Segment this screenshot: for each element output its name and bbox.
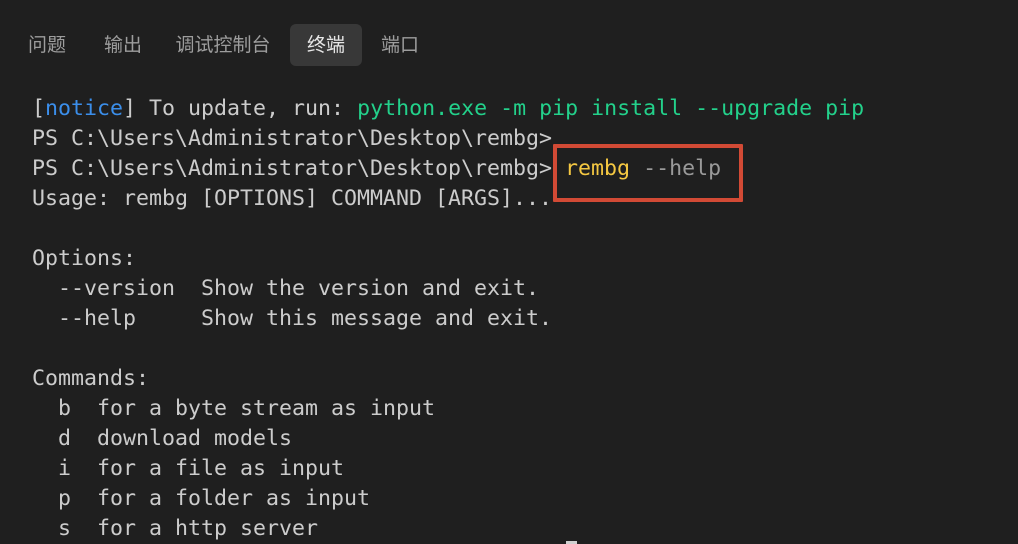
- terminal-line-options-header: Options:: [32, 244, 1012, 274]
- terminal-line-option: --help Show this message and exit.: [32, 304, 1012, 334]
- terminal-line-prompt: PS C:\Users\Administrator\Desktop\rembg>: [32, 124, 1012, 154]
- terminal-line-command: p for a folder as input: [32, 484, 1012, 514]
- prompt-text: PS C:\Users\Administrator\Desktop\rembg>: [32, 126, 553, 151]
- command-description: for a http server: [97, 516, 319, 541]
- command-name: i: [58, 456, 72, 481]
- command-description: for a file as input: [97, 456, 345, 481]
- usage-text: Usage: rembg [OPTIONS] COMMAND [ARGS]...: [32, 186, 553, 211]
- command-description: download models: [97, 426, 293, 451]
- option-description: Show the version and exit.: [201, 276, 540, 301]
- terminal-output[interactable]: [notice] To update, run: python.exe -m p…: [32, 94, 1012, 544]
- terminal-line-command: b for a byte stream as input: [32, 394, 1012, 424]
- tab-terminal[interactable]: 终端: [290, 24, 362, 66]
- notice-command: python.exe -m pip install --upgrade pip: [357, 96, 865, 121]
- command-name: s: [58, 516, 72, 541]
- panel-tab-bar: 问题 输出 调试控制台 终端 端口: [0, 0, 1018, 92]
- terminal-line-usage: Usage: rembg [OPTIONS] COMMAND [ARGS]...: [32, 184, 1012, 214]
- command-description: for a folder as input: [97, 486, 371, 511]
- options-header: Options:: [32, 246, 137, 271]
- notice-close-bracket: ]: [123, 96, 137, 121]
- command-name: d: [58, 426, 72, 451]
- terminal-line-command: i for a file as input: [32, 454, 1012, 484]
- option-flag: --version: [58, 276, 176, 301]
- command-highlight-box: [553, 144, 743, 202]
- terminal-line-command: d download models: [32, 424, 1012, 454]
- command-name: p: [58, 486, 72, 511]
- command-description: for a byte stream as input: [97, 396, 436, 421]
- terminal-line-command: s for a http server: [32, 514, 1012, 544]
- terminal-line-notice: [notice] To update, run: python.exe -m p…: [32, 94, 1012, 124]
- commands-header: Commands:: [32, 366, 150, 391]
- tab-problems[interactable]: 问题: [14, 24, 80, 66]
- tab-ports[interactable]: 端口: [368, 24, 432, 66]
- command-name: b: [58, 396, 72, 421]
- notice-text: To update, run:: [136, 96, 358, 121]
- tab-debug-console[interactable]: 调试控制台: [164, 24, 282, 66]
- option-flag: --help: [58, 306, 137, 331]
- terminal-line-prompt-command: PS C:\Users\Administrator\Desktop\rembg>…: [32, 154, 1012, 184]
- notice-tag: notice: [45, 96, 124, 121]
- prompt-text: PS C:\Users\Administrator\Desktop\rembg>: [32, 156, 553, 181]
- option-description: Show this message and exit.: [201, 306, 553, 331]
- tab-output[interactable]: 输出: [90, 24, 156, 66]
- terminal-line-commands-header: Commands:: [32, 364, 1012, 394]
- notice-open-bracket: [: [32, 96, 46, 121]
- terminal-line-option: --version Show the version and exit.: [32, 274, 1012, 304]
